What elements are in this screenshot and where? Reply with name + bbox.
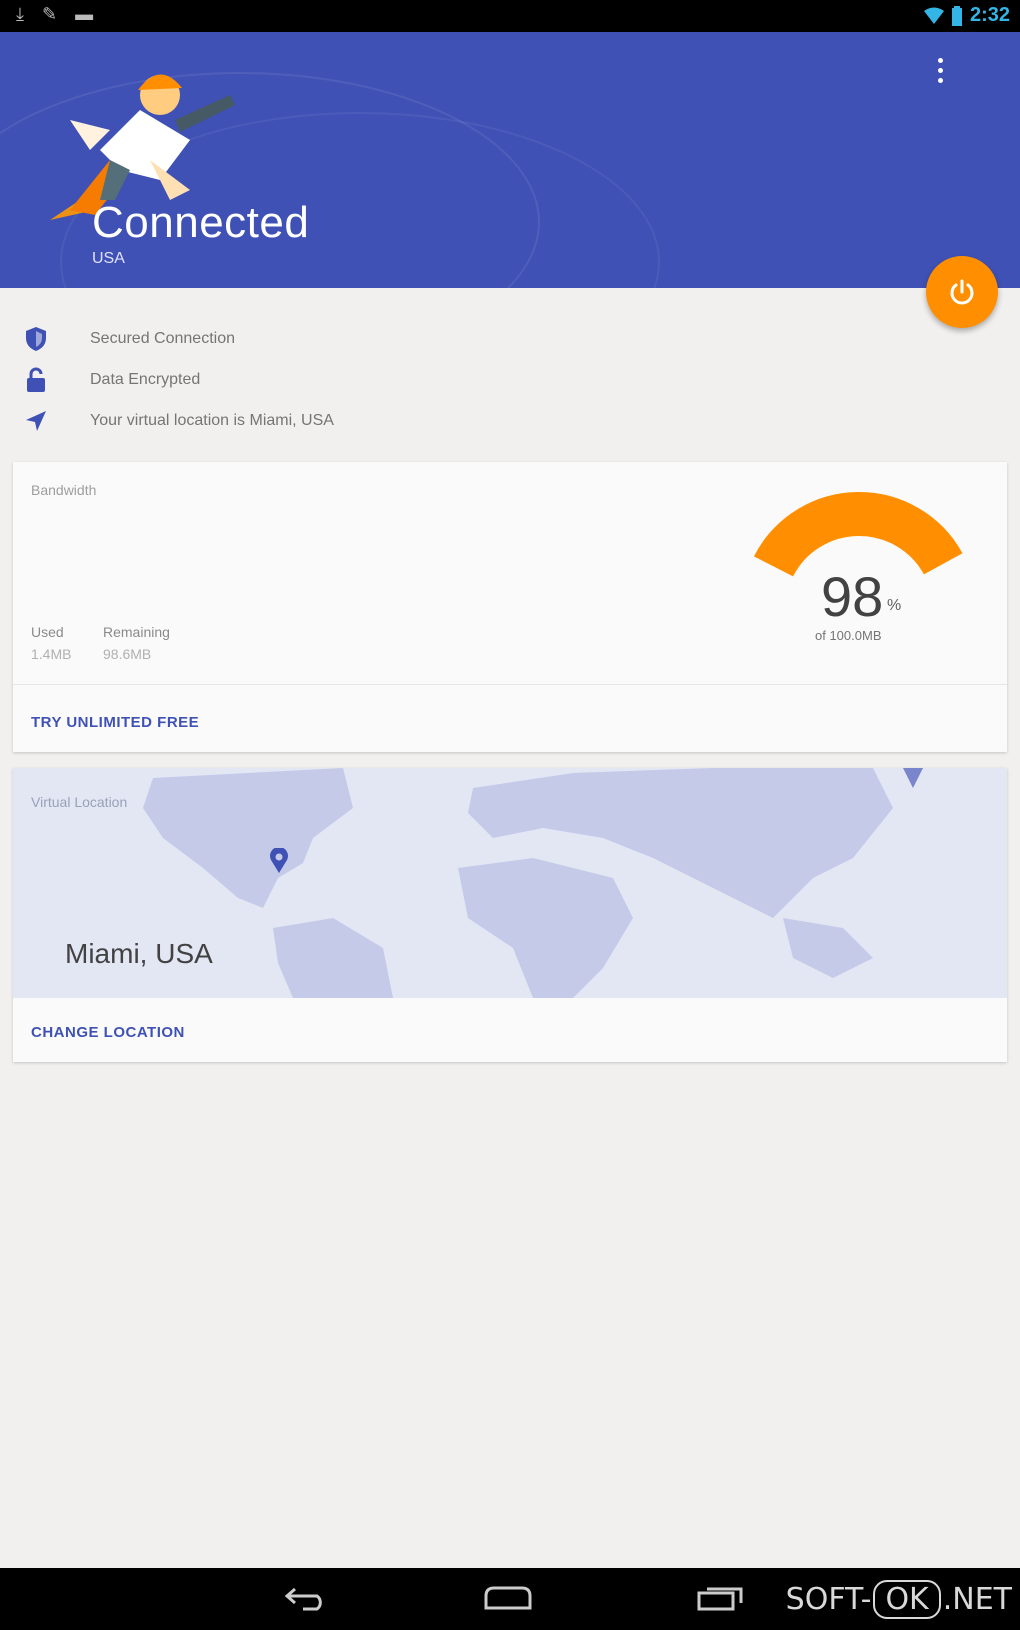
location-city: Miami, USA — [65, 938, 213, 969]
shield-icon — [20, 323, 52, 355]
try-unlimited-button[interactable]: TRY UNLIMITED FREE — [31, 714, 199, 731]
remaining-label: Remaining — [103, 624, 170, 640]
app-header: Connected USA — [0, 32, 1020, 288]
game-icon: ▬ — [75, 4, 94, 24]
download-icon: ⤓ — [16, 4, 24, 24]
recents-button[interactable] — [690, 1578, 750, 1618]
edit-icon: ✎ — [41, 4, 58, 24]
location-card: Virtual Location Miami, USA CHANGE LOCAT… — [13, 768, 1007, 1062]
gauge-total: of 100.0MB — [815, 628, 882, 643]
home-icon — [484, 1586, 532, 1610]
back-icon — [284, 1587, 322, 1611]
power-button[interactable] — [926, 256, 998, 328]
more-vert-icon[interactable] — [930, 54, 950, 94]
virtual-location-label: Virtual Location — [31, 794, 128, 810]
change-location-button[interactable]: CHANGE LOCATION — [31, 1024, 185, 1041]
lock-icon — [20, 364, 52, 396]
navigation-bar: SOFT- OK .NET — [0, 1568, 1020, 1630]
gauge-percent: 98 — [821, 565, 884, 628]
connection-status-list: Secured Connection Data Encrypted Your v… — [20, 318, 720, 441]
status-time: 2:32 — [969, 4, 1010, 26]
status-bar: ⤓ ✎ ▬ 2:32 — [0, 0, 1020, 32]
battery-icon — [951, 5, 962, 26]
list-item: Your virtual location is Miami, USA — [20, 400, 720, 441]
status-text: Secured Connection — [90, 329, 235, 347]
connection-status-title: Connected — [92, 198, 310, 247]
map-pin-icon — [270, 848, 288, 873]
used-label: Used — [31, 624, 64, 640]
status-text: Data Encrypted — [90, 370, 201, 388]
home-button[interactable] — [478, 1578, 538, 1618]
recents-icon — [697, 1587, 743, 1611]
gauge-percent-unit: % — [887, 597, 902, 614]
used-value: 1.4MB — [31, 646, 72, 662]
watermark: SOFT- OK .NET — [785, 1580, 1012, 1619]
back-button[interactable] — [276, 1578, 336, 1618]
list-item: Secured Connection — [20, 318, 720, 359]
power-icon — [950, 279, 974, 305]
list-item: Data Encrypted — [20, 359, 720, 400]
navigation-icon — [20, 405, 52, 437]
remaining-value: 98.6MB — [103, 646, 152, 662]
gauge-arc — [753, 492, 963, 578]
remaining-stat: Remaining 98.6MB — [103, 624, 170, 662]
connection-country: USA — [92, 250, 125, 267]
status-text: Your virtual location is Miami, USA — [90, 411, 334, 429]
wifi-icon — [923, 7, 944, 24]
bandwidth-card: Bandwidth Used 1.4MB Remaining 98.6MB 98… — [13, 462, 1007, 752]
bandwidth-label: Bandwidth — [31, 482, 97, 498]
world-map[interactable]: Virtual Location Miami, USA — [13, 768, 1007, 998]
used-stat: Used 1.4MB — [31, 624, 71, 662]
